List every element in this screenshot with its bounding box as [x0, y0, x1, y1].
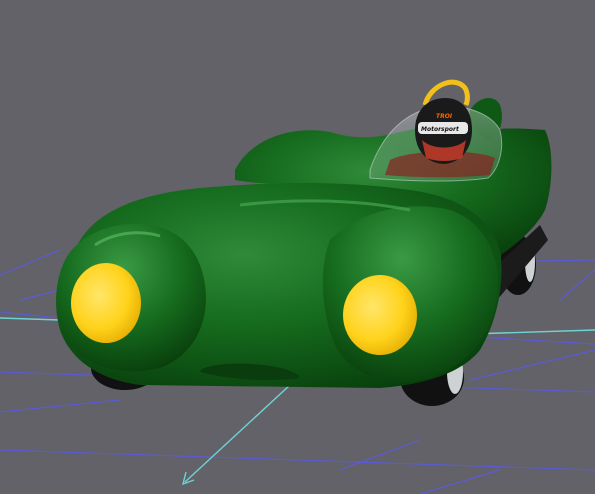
race-car-model[interactable]: TROI Motorsport — [56, 79, 552, 406]
3d-viewport[interactable]: TROI Motorsport — [0, 0, 595, 494]
right-headlight — [343, 275, 417, 355]
helmet-top-text: TROI — [436, 113, 453, 120]
viewport-canvas[interactable]: TROI Motorsport — [0, 0, 595, 494]
driver-helmet: TROI Motorsport — [415, 98, 472, 164]
left-headlight — [71, 263, 141, 343]
helmet-visor-text: Motorsport — [421, 126, 460, 133]
